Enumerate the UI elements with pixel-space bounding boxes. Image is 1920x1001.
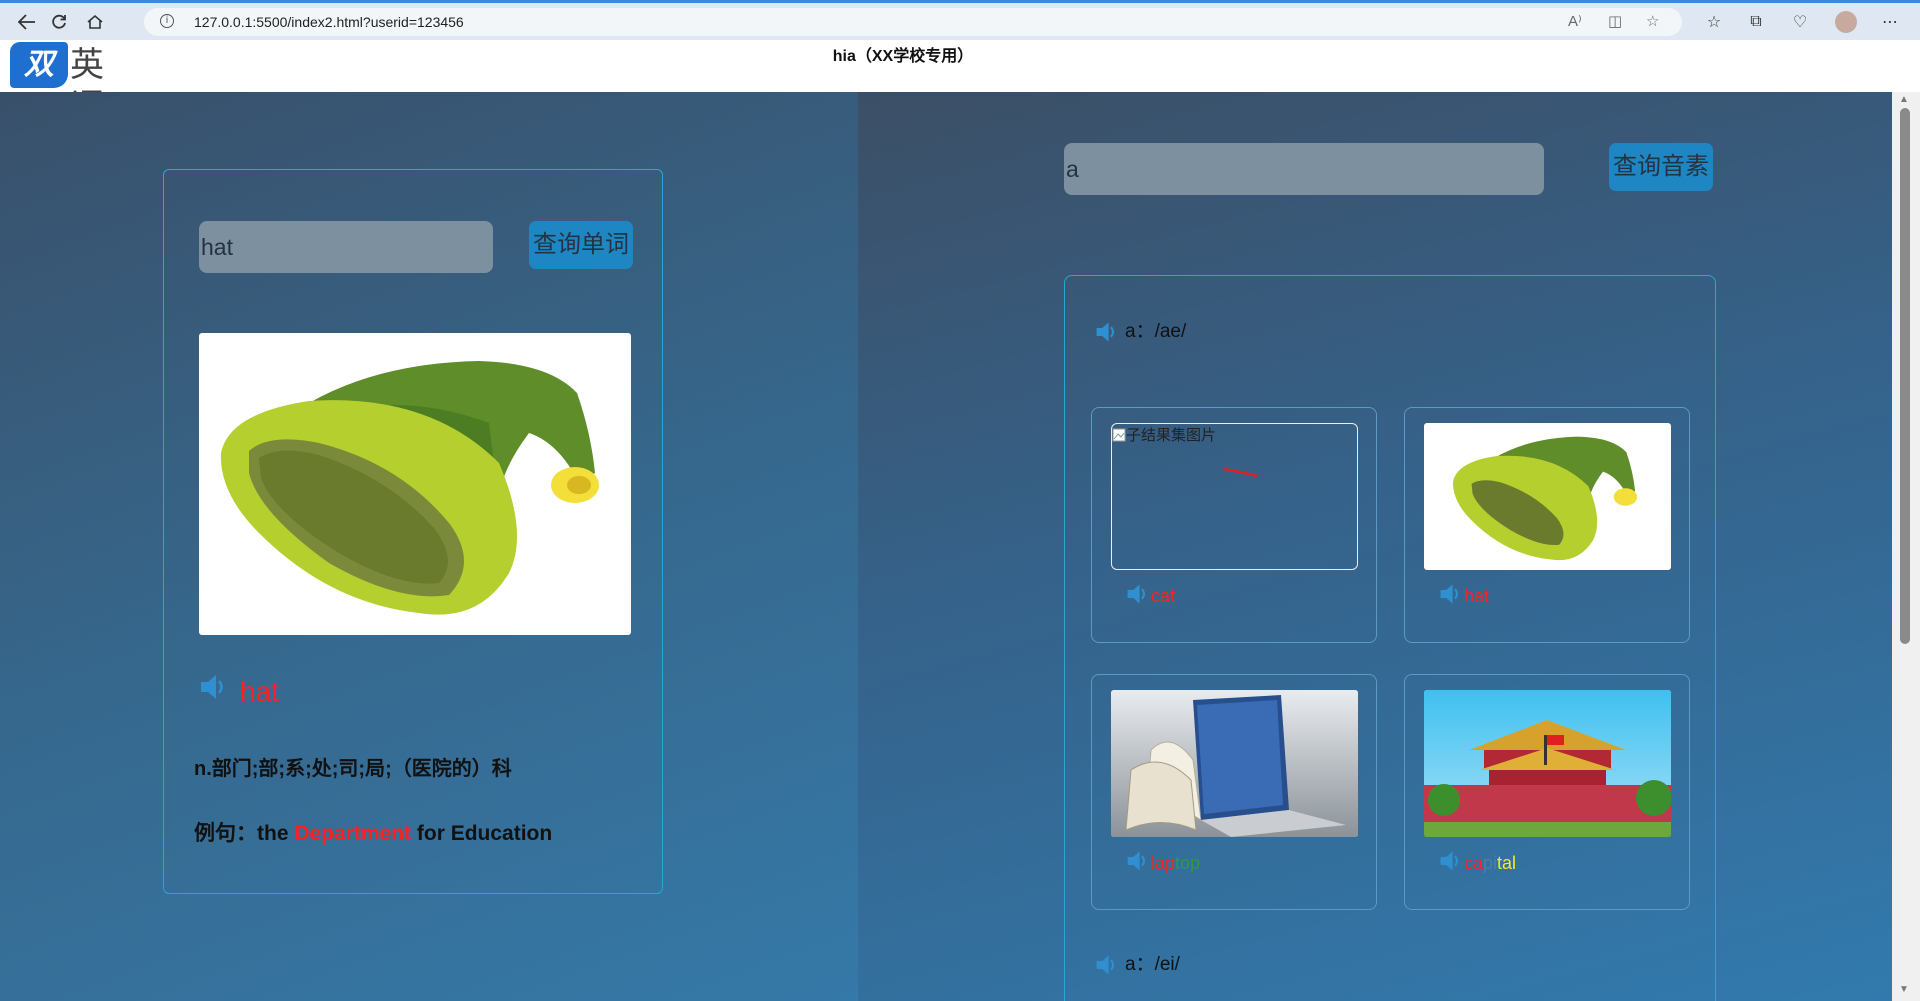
example-word: capital xyxy=(1464,853,1517,873)
site-info-icon[interactable]: i xyxy=(160,14,174,28)
search-phoneme-button[interactable]: 查询音素 xyxy=(1609,143,1713,191)
phoneme-results-card: a：/ae/ 子结果集图片 cat hat laptop capital a：/… xyxy=(1064,275,1716,1001)
example-speaker-icon[interactable] xyxy=(1126,849,1150,873)
example-image-capital xyxy=(1424,690,1671,837)
word-card: 查询单词 hat n.部门;部;系;处;司;局;（医院的）科 例句：the De… xyxy=(163,169,663,894)
example-prefix: 例句：the xyxy=(194,822,295,845)
example-speaker-icon[interactable] xyxy=(1126,582,1150,606)
example-speaker-icon[interactable] xyxy=(1439,582,1463,606)
example-word: cat xyxy=(1151,586,1176,606)
example-card-hat[interactable]: hat xyxy=(1404,407,1690,643)
example-speaker-icon[interactable] xyxy=(1439,849,1463,873)
example-suffix: for Education xyxy=(411,822,553,845)
phoneme-label: a：/ei/ xyxy=(1125,954,1180,975)
favorite-star-icon[interactable]: ☆ xyxy=(1646,8,1659,36)
address-bar[interactable]: i 127.0.0.1:5500/index2.html?userid=1234… xyxy=(144,8,1682,36)
word-speaker-icon[interactable] xyxy=(199,672,229,702)
phoneme-search-input[interactable] xyxy=(1064,143,1544,195)
extensions-icon[interactable]: ♡ xyxy=(1784,8,1816,36)
word-lookup-section: 查询单词 hat n.部门;部;系;处;司;局;（医院的）科 例句：the De… xyxy=(0,92,858,1001)
example-word: laptop xyxy=(1151,853,1201,873)
collections-icon[interactable]: ⧉ xyxy=(1740,8,1772,36)
word-text: hat xyxy=(240,676,279,707)
search-word-button[interactable]: 查询单词 xyxy=(529,221,633,269)
scroll-down-icon[interactable]: ▼ xyxy=(1899,984,1909,995)
split-screen-icon[interactable]: ◫ xyxy=(1608,8,1622,36)
url-text: 127.0.0.1:5500/index2.html?userid=123456 xyxy=(194,14,464,30)
scroll-thumb[interactable] xyxy=(1900,108,1910,644)
red-stroke-mark xyxy=(1223,467,1259,478)
example-image-broken: 子结果集图片 xyxy=(1111,423,1358,570)
more-menu-icon[interactable]: ⋯ xyxy=(1874,8,1906,36)
phoneme-speaker-icon[interactable] xyxy=(1095,320,1119,344)
phoneme-speaker-icon[interactable] xyxy=(1095,953,1119,977)
example-word: hat xyxy=(1464,586,1490,606)
back-icon[interactable] xyxy=(12,8,42,36)
example-card-cat[interactable]: 子结果集图片 cat xyxy=(1091,407,1377,643)
page-title: hia（XX学校专用） xyxy=(832,48,974,65)
phoneme-label: a：/ae/ xyxy=(1125,321,1187,342)
example-highlight: Department xyxy=(294,822,412,845)
example-card-capital[interactable]: capital xyxy=(1404,674,1690,910)
word-search-input[interactable] xyxy=(199,221,493,273)
read-aloud-icon[interactable]: A⁾ xyxy=(1568,8,1582,36)
example-image-hat xyxy=(1424,423,1671,570)
profile-avatar[interactable] xyxy=(1830,8,1862,36)
phoneme-heading: a：/ae/ xyxy=(1095,316,1186,344)
scroll-up-icon[interactable]: ▲ xyxy=(1899,94,1909,105)
word-image xyxy=(199,333,631,635)
home-icon[interactable] xyxy=(80,8,110,36)
example-image-laptop xyxy=(1111,690,1358,837)
favorites-icon[interactable]: ☆ xyxy=(1698,8,1730,36)
refresh-icon[interactable] xyxy=(44,8,74,36)
phoneme-heading: a：/ei/ xyxy=(1095,949,1180,977)
browser-toolbar: i 127.0.0.1:5500/index2.html?userid=1234… xyxy=(0,0,1920,40)
word-definition: n.部门;部;系;处;司;局;（医院的）科 xyxy=(194,758,512,780)
page-scrollbar[interactable]: ▲ ▼ xyxy=(1892,92,1920,1001)
word-example: 例句：the Department for Education xyxy=(194,817,552,847)
example-card-laptop[interactable]: laptop xyxy=(1091,674,1377,910)
site-header: 双线 英语 hia（XX学校专用） xyxy=(0,40,1920,127)
phoneme-lookup-section: 查询音素 a：/ae/ 子结果集图片 cat xyxy=(858,92,1892,1001)
